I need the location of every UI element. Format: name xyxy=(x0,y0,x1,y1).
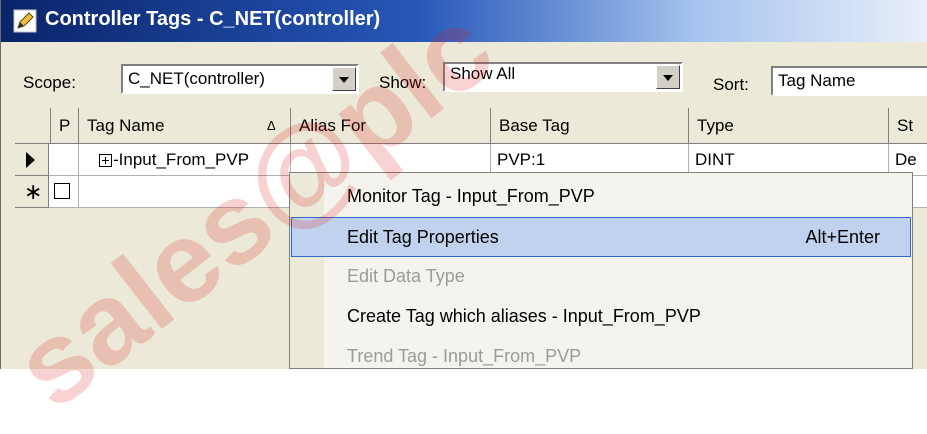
window-title: Controller Tags - C_NET(controller) xyxy=(45,8,381,30)
sort-select[interactable]: Tag Name xyxy=(771,66,927,96)
menu-item-monitor-tag[interactable]: Monitor Tag - Input_From_PVP xyxy=(291,177,911,217)
checkbox[interactable] xyxy=(54,183,70,199)
column-header-style[interactable]: St xyxy=(889,108,927,144)
cell-tag-name[interactable]: -Input_From_PVP xyxy=(79,144,291,176)
shortcut-label: Alt+Enter xyxy=(805,227,880,247)
show-select[interactable]: Show All xyxy=(443,62,683,92)
new-row-indicator[interactable]: ∗ xyxy=(15,176,49,208)
expand-plus-icon[interactable] xyxy=(99,154,112,167)
sort-label: Sort: xyxy=(713,75,749,94)
menu-item-create-alias-tag[interactable]: Create Tag which aliases - Input_From_PV… xyxy=(291,297,911,337)
scope-label: Scope: xyxy=(23,73,76,92)
column-header-base-tag[interactable]: Base Tag xyxy=(491,108,689,144)
menu-item-edit-data-type[interactable]: Edit Data Type xyxy=(291,257,911,297)
tag-name-value: -Input_From_PVP xyxy=(113,150,250,169)
menu-item-trend-tag[interactable]: Trend Tag - Input_From_PVP xyxy=(291,337,911,377)
edit-tags-icon xyxy=(13,9,37,33)
chevron-down-icon[interactable] xyxy=(332,67,356,91)
column-header-type[interactable]: Type xyxy=(689,108,889,144)
show-label: Show: xyxy=(379,73,427,92)
title-bar[interactable]: Controller Tags - C_NET(controller) xyxy=(1,0,927,42)
menu-item-edit-tag-properties[interactable]: Edit Tag Properties Alt+Enter xyxy=(291,217,911,257)
column-header-alias-for[interactable]: Alias For xyxy=(291,108,491,144)
row-selector-header xyxy=(15,108,51,144)
play-arrow-icon xyxy=(26,152,35,168)
current-row-indicator[interactable] xyxy=(15,144,49,176)
cell-p-new[interactable] xyxy=(49,176,79,208)
chevron-down-icon[interactable] xyxy=(656,65,680,89)
sort-ascending-icon: Δ xyxy=(267,118,276,133)
column-header-p[interactable]: P xyxy=(51,108,79,144)
asterisk-icon: ∗ xyxy=(24,179,43,204)
cell-p[interactable] xyxy=(49,144,79,176)
controller-tags-window: Controller Tags - C_NET(controller) Scop… xyxy=(0,0,927,369)
scope-select[interactable]: C_NET(controller) xyxy=(121,64,359,94)
context-menu: Monitor Tag - Input_From_PVP Edit Tag Pr… xyxy=(289,172,913,369)
show-value: Show All xyxy=(450,64,516,83)
column-header-tag-name[interactable]: Tag Name Δ xyxy=(79,108,291,144)
filter-toolbar: Scope: C_NET(controller) Show: Show All … xyxy=(1,54,927,106)
sort-value: Tag Name xyxy=(778,71,856,90)
scope-value: C_NET(controller) xyxy=(128,69,265,88)
